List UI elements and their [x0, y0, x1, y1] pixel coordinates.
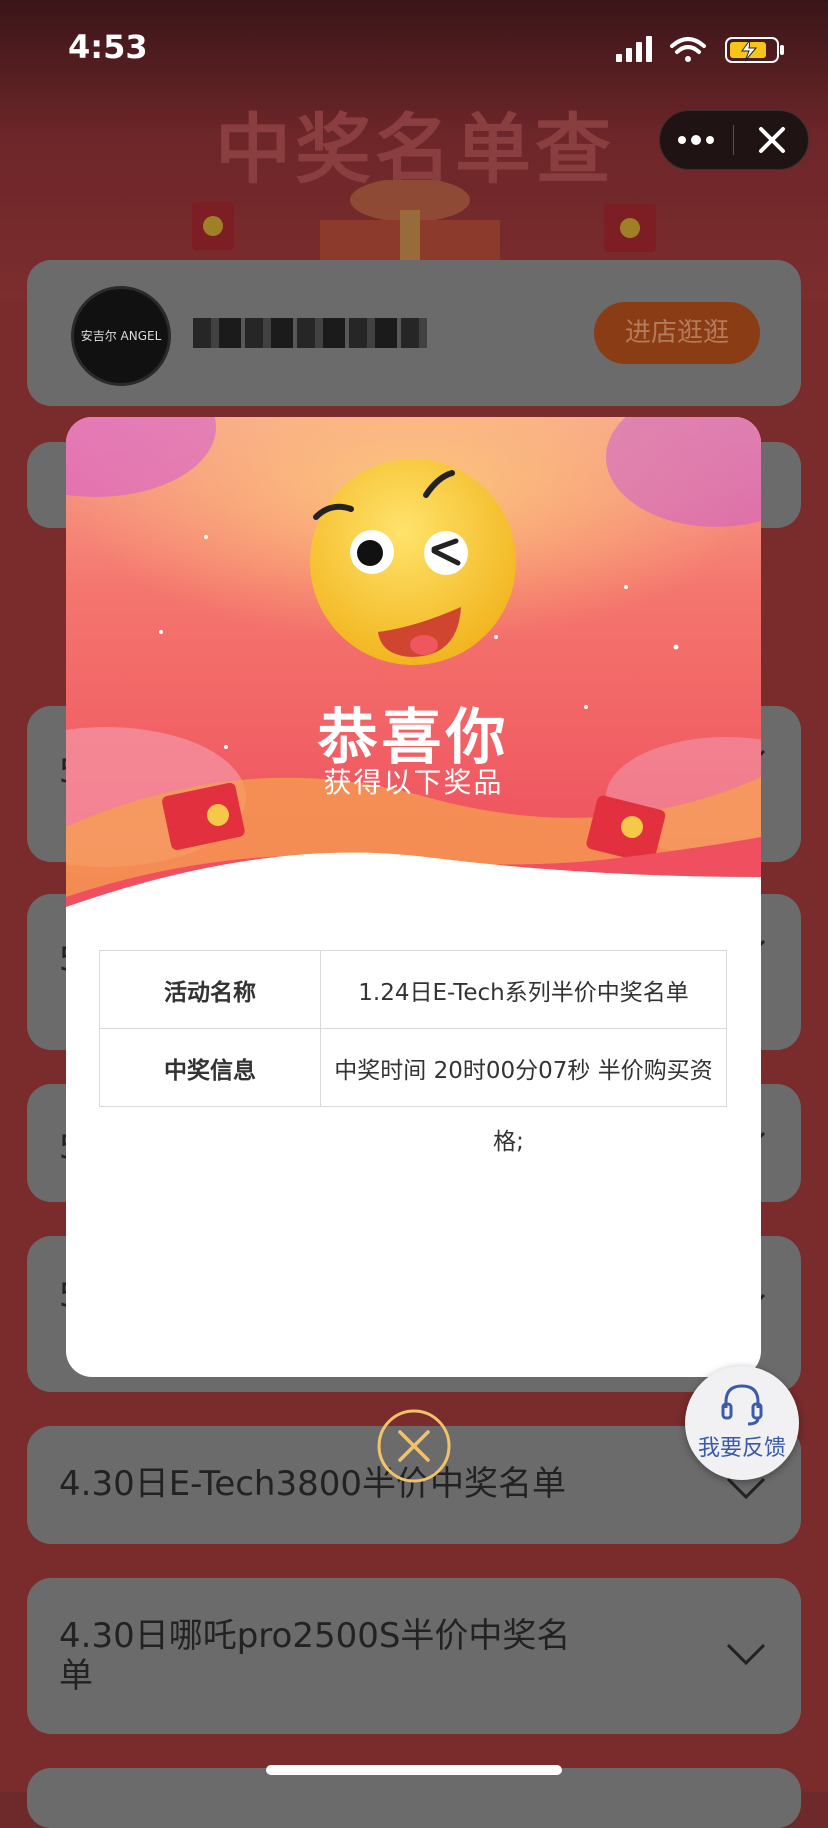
- congrats-subtitle: 获得以下奖品: [323, 766, 504, 799]
- red-envelope-icon: [604, 204, 656, 252]
- list-item[interactable]: [27, 1768, 801, 1828]
- list-item-label: 4.30日哪吒pro2500S半价中奖名: [59, 1616, 571, 1656]
- mini-program-capsule: [659, 110, 809, 170]
- more-icon[interactable]: [660, 111, 732, 169]
- capsule-divider: [733, 125, 734, 155]
- list-item-label-line2: 单: [59, 1656, 93, 1696]
- table-row: 活动名称 1.24日E-Tech系列半价中奖名单: [99, 950, 727, 1029]
- shop-logo[interactable]: 安吉尔 ANGEL: [71, 286, 171, 386]
- list-item-label: 4.30日E-Tech3800半价中奖名单: [59, 1464, 567, 1504]
- list-item[interactable]: 4.30日哪吒pro2500S半价中奖名 单: [27, 1578, 801, 1734]
- wifi-icon: [670, 37, 706, 54]
- modal-hero-illustration: [66, 417, 761, 907]
- table-value: 1.24日E-Tech系列半价中奖名单: [320, 950, 727, 1029]
- table-key: 活动名称: [99, 950, 321, 1029]
- shop-name-redacted: [193, 318, 427, 348]
- prize-table: 活动名称 1.24日E-Tech系列半价中奖名单 中奖信息 中奖时间 20时00…: [99, 950, 727, 1107]
- home-indicator[interactable]: [266, 1765, 562, 1775]
- headset-icon: [721, 1384, 763, 1426]
- battery-icon: [725, 37, 784, 63]
- prize-info-overflow: 格;: [493, 1129, 524, 1155]
- chevron-down-icon: [726, 1477, 766, 1500]
- table-row: 中奖信息 中奖时间 20时00分07秒 半价购买资: [99, 1028, 727, 1107]
- table-key: 中奖信息: [99, 1028, 321, 1107]
- status-bar: 4:53: [0, 0, 828, 100]
- feedback-button[interactable]: 我要反馈: [685, 1366, 799, 1480]
- chevron-down-icon: [726, 1643, 766, 1666]
- wink-emoji-icon: [310, 459, 516, 665]
- signal-icon: [616, 36, 652, 62]
- prize-modal: 恭喜你 获得以下奖品 活动名称 1.24日E-Tech系列半价中奖名单 中奖信息…: [66, 417, 761, 1377]
- close-modal-icon[interactable]: [376, 1408, 452, 1484]
- gift-box-decoration: [320, 180, 500, 260]
- shop-card: 安吉尔 ANGEL 进店逛逛: [27, 260, 801, 406]
- visit-shop-button[interactable]: 进店逛逛: [594, 302, 760, 364]
- status-icons: [616, 36, 784, 63]
- close-icon[interactable]: [736, 111, 808, 169]
- red-envelope-icon: [192, 202, 234, 250]
- feedback-label: 我要反馈: [697, 1436, 786, 1461]
- table-value: 中奖时间 20时00分07秒 半价购买资: [320, 1028, 727, 1107]
- status-time: 4:53: [68, 28, 148, 66]
